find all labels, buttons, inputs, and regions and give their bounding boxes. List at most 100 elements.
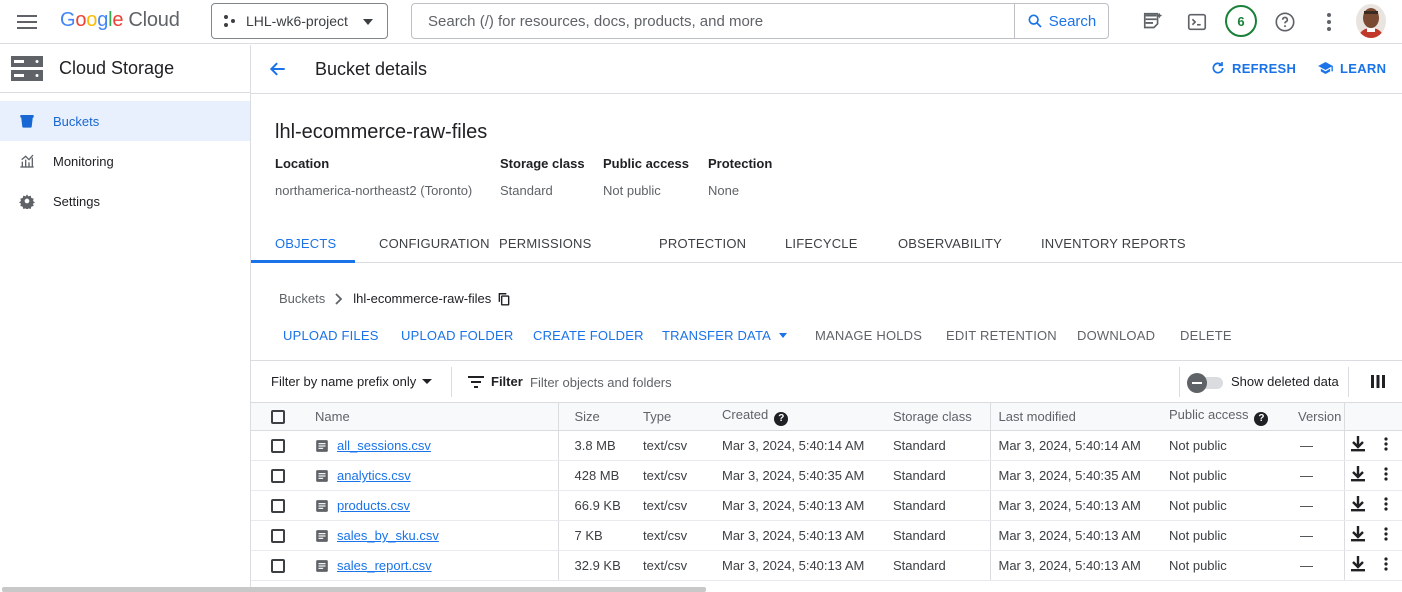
help-icon[interactable]: ? <box>774 412 789 426</box>
file-icon <box>316 439 328 452</box>
project-name: LHL-wk6-project <box>246 13 348 29</box>
tab-protection[interactable]: PROTECTION <box>659 236 746 251</box>
col-size[interactable]: Size <box>558 402 635 431</box>
col-type[interactable]: Type <box>635 402 714 431</box>
learn-label: LEARN <box>1340 60 1387 76</box>
table-row: sales_by_sku.csv 7 KB text/csv Mar 3, 20… <box>251 520 1402 551</box>
show-deleted-toggle[interactable] <box>1187 372 1223 393</box>
create-folder-button[interactable]: CREATE FOLDER <box>533 328 644 343</box>
object-link[interactable]: sales_report.csv <box>337 558 432 573</box>
search-button[interactable]: Search <box>1014 4 1108 38</box>
download-icon[interactable] <box>1350 526 1365 542</box>
row-select-cell <box>251 460 307 491</box>
version-cell: — <box>1294 460 1345 491</box>
tab-inventory-reports[interactable]: INVENTORY REPORTS <box>1041 236 1186 251</box>
name-cell: sales_report.csv <box>307 550 559 581</box>
object-link[interactable]: all_sessions.csv <box>337 438 431 453</box>
row-checkbox[interactable] <box>271 499 285 514</box>
col-last-modified[interactable]: Last modified <box>990 402 1161 431</box>
refresh-button[interactable]: REFRESH <box>1210 60 1296 76</box>
prop-location: Location northamerica-northeast2 (Toront… <box>275 156 500 198</box>
delete-button[interactable]: DELETE <box>1180 328 1232 343</box>
sidebar-item-buckets[interactable]: Buckets <box>0 101 250 141</box>
download-icon[interactable] <box>1350 436 1365 452</box>
col-name[interactable]: Name <box>307 402 559 431</box>
sidebar-item-monitoring[interactable]: Monitoring <box>0 141 250 181</box>
sidebar-item-settings[interactable]: Settings <box>0 181 250 221</box>
tab-observability[interactable]: OBSERVABILITY <box>898 236 1002 251</box>
row-checkbox[interactable] <box>271 439 285 454</box>
sidebar-item-label: Monitoring <box>53 153 114 169</box>
product-header: Cloud Storage <box>0 45 250 93</box>
upload-files-button[interactable]: UPLOAD FILES <box>283 328 379 343</box>
more-vert-icon[interactable] <box>1384 497 1388 511</box>
download-button[interactable]: DOWNLOAD <box>1077 328 1155 343</box>
main-menu-icon[interactable] <box>17 12 37 32</box>
version-cell: — <box>1294 550 1345 581</box>
column-display-icon[interactable] <box>1371 375 1385 388</box>
divider <box>451 367 452 397</box>
more-vert-icon[interactable] <box>1316 9 1342 35</box>
filter-input[interactable] <box>530 370 1130 394</box>
notifications-badge[interactable]: 6 <box>1225 5 1257 37</box>
manage-holds-button[interactable]: MANAGE HOLDS <box>815 328 922 343</box>
page-header: Bucket details REFRESH LEARN <box>251 45 1402 94</box>
upload-folder-button[interactable]: UPLOAD FOLDER <box>401 328 513 343</box>
row-checkbox[interactable] <box>271 469 285 484</box>
help-icon[interactable]: ? <box>1254 412 1269 426</box>
search-icon <box>1028 14 1042 28</box>
select-all-checkbox[interactable] <box>271 410 285 425</box>
filter-mode-select[interactable]: Filter by name prefix only <box>271 374 433 389</box>
horizontal-scrollbar[interactable] <box>2 587 706 592</box>
avatar[interactable] <box>1356 4 1386 38</box>
version-cell: — <box>1294 520 1345 551</box>
download-icon[interactable] <box>1350 466 1365 482</box>
type-cell: text/csv <box>635 490 714 521</box>
cloud-shell-icon[interactable] <box>1184 9 1210 35</box>
storage-class-cell: Standard <box>885 520 991 551</box>
public-access-cell: Not public <box>1161 430 1294 461</box>
col-public-access[interactable]: Public access? <box>1161 402 1294 431</box>
download-icon[interactable] <box>1350 496 1365 512</box>
more-vert-icon[interactable] <box>1384 437 1388 451</box>
col-version[interactable]: Version <box>1294 402 1345 431</box>
learn-button[interactable]: LEARN <box>1317 60 1386 76</box>
more-vert-icon[interactable] <box>1384 527 1388 541</box>
tab-objects[interactable]: OBJECTS <box>275 236 336 251</box>
breadcrumb-buckets[interactable]: Buckets <box>279 291 325 306</box>
object-link[interactable]: sales_by_sku.csv <box>337 528 439 543</box>
copy-icon[interactable] <box>497 292 511 306</box>
prop-label: Public access <box>603 156 689 171</box>
more-vert-icon[interactable] <box>1384 557 1388 571</box>
name-cell: sales_by_sku.csv <box>307 520 559 551</box>
more-cell <box>1372 430 1402 461</box>
active-tab-indicator <box>251 260 355 263</box>
download-cell <box>1344 520 1372 551</box>
tab-permissions[interactable]: PERMISSIONS <box>499 236 592 251</box>
version-cell: — <box>1294 490 1345 521</box>
edit-retention-button[interactable]: EDIT RETENTION <box>946 328 1057 343</box>
download-icon[interactable] <box>1350 556 1365 572</box>
modified-cell: Mar 3, 2024, 5:40:13 AM <box>990 490 1161 521</box>
row-checkbox[interactable] <box>271 559 285 574</box>
file-icon <box>316 529 328 542</box>
tab-configuration[interactable]: CONFIGURATION <box>379 236 490 251</box>
back-arrow-icon[interactable] <box>268 59 288 79</box>
help-icon[interactable] <box>1272 9 1298 35</box>
project-selector[interactable]: LHL-wk6-project <box>211 3 388 39</box>
object-link[interactable]: analytics.csv <box>337 468 411 483</box>
more-cell <box>1372 550 1402 581</box>
notes-icon[interactable] <box>1140 9 1166 35</box>
col-storage-class[interactable]: Storage class <box>885 402 991 431</box>
tab-lifecycle[interactable]: LIFECYCLE <box>785 236 858 251</box>
google-cloud-logo[interactable]: Google Cloud <box>60 9 180 32</box>
name-cell: analytics.csv <box>307 460 559 491</box>
row-checkbox[interactable] <box>271 529 285 544</box>
public-access-cell: Not public <box>1161 520 1294 551</box>
more-vert-icon[interactable] <box>1384 467 1388 481</box>
col-actions <box>1344 402 1372 431</box>
transfer-data-button[interactable]: TRANSFER DATA <box>662 328 788 343</box>
col-created[interactable]: Created? <box>714 402 885 431</box>
object-link[interactable]: products.csv <box>337 498 410 513</box>
search-input[interactable] <box>412 4 1014 38</box>
